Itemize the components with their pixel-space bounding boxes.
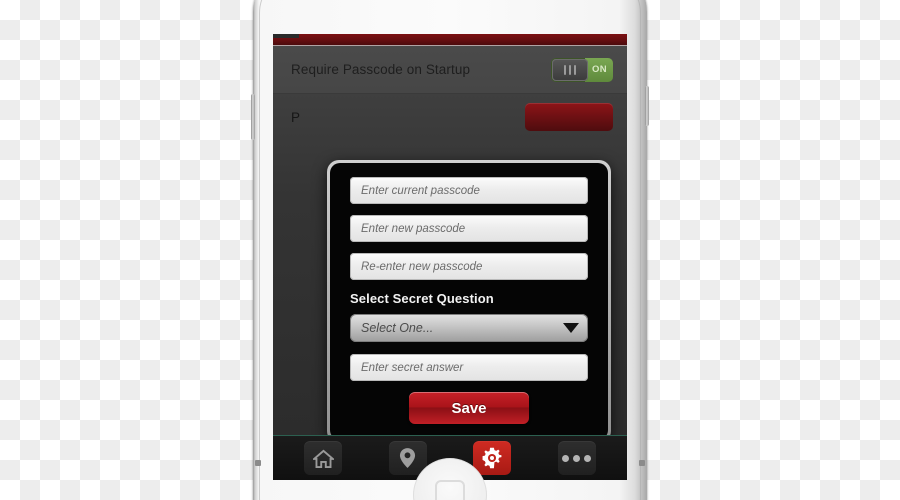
require-passcode-toggle[interactable]: ON xyxy=(551,57,613,82)
new-passcode-field[interactable]: Enter new passcode xyxy=(350,215,588,242)
tab-settings[interactable] xyxy=(473,441,512,475)
tab-home[interactable] xyxy=(304,441,343,475)
secret-answer-placeholder: Enter secret answer xyxy=(361,361,464,374)
setting-row-require-passcode[interactable]: Require Passcode on Startup ON xyxy=(273,46,627,94)
ellipsis-icon xyxy=(562,454,592,462)
change-passcode-button[interactable] xyxy=(525,103,613,131)
chevron-down-icon xyxy=(563,323,579,333)
dialog-frame: Enter current passcode Enter new passcod… xyxy=(327,160,611,443)
home-button-square xyxy=(435,480,465,500)
map-pin-icon xyxy=(399,447,416,469)
bezel-dot-right xyxy=(639,460,645,466)
setting-row-passcode[interactable]: P xyxy=(273,94,627,140)
toggle-on-label: ON xyxy=(591,64,607,75)
save-button[interactable]: Save xyxy=(409,392,529,424)
secret-question-heading: Select Secret Question xyxy=(350,291,494,306)
confirm-passcode-field[interactable]: Re-enter new passcode xyxy=(350,253,588,280)
toggle-knob xyxy=(552,58,588,81)
current-passcode-placeholder: Enter current passcode xyxy=(361,184,480,197)
bezel-dot-left xyxy=(255,460,261,466)
phone-screen: Require Passcode on Startup ON P Enter c… xyxy=(273,34,627,480)
secret-question-select[interactable]: Select One... xyxy=(350,314,588,342)
new-passcode-placeholder: Enter new passcode xyxy=(361,222,466,235)
secret-question-selected-value: Select One... xyxy=(361,321,434,335)
phone-device: Require Passcode on Startup ON P Enter c… xyxy=(251,0,649,500)
settings-list: Require Passcode on Startup ON xyxy=(273,46,627,94)
setting-label-passcode: P xyxy=(291,109,301,125)
header-corner-shade xyxy=(273,34,299,38)
change-passcode-dialog: Enter current passcode Enter new passcod… xyxy=(327,160,611,443)
power-button[interactable] xyxy=(645,86,649,126)
app-header-bar xyxy=(273,34,627,46)
dialog-actions: Save xyxy=(350,392,588,424)
home-icon xyxy=(312,449,334,468)
current-passcode-field[interactable]: Enter current passcode xyxy=(350,177,588,204)
gear-icon xyxy=(481,447,503,469)
tab-more[interactable] xyxy=(557,441,596,475)
secret-answer-field[interactable]: Enter secret answer xyxy=(350,354,588,381)
confirm-passcode-placeholder: Re-enter new passcode xyxy=(361,260,483,273)
dialog-body: Enter current passcode Enter new passcod… xyxy=(330,163,608,440)
setting-label-require-passcode: Require Passcode on Startup xyxy=(291,62,471,77)
volume-button[interactable] xyxy=(251,94,255,140)
screenshot-canvas: Require Passcode on Startup ON P Enter c… xyxy=(0,0,900,500)
settings-body: P Enter current passcode Enter new passc… xyxy=(273,94,627,443)
